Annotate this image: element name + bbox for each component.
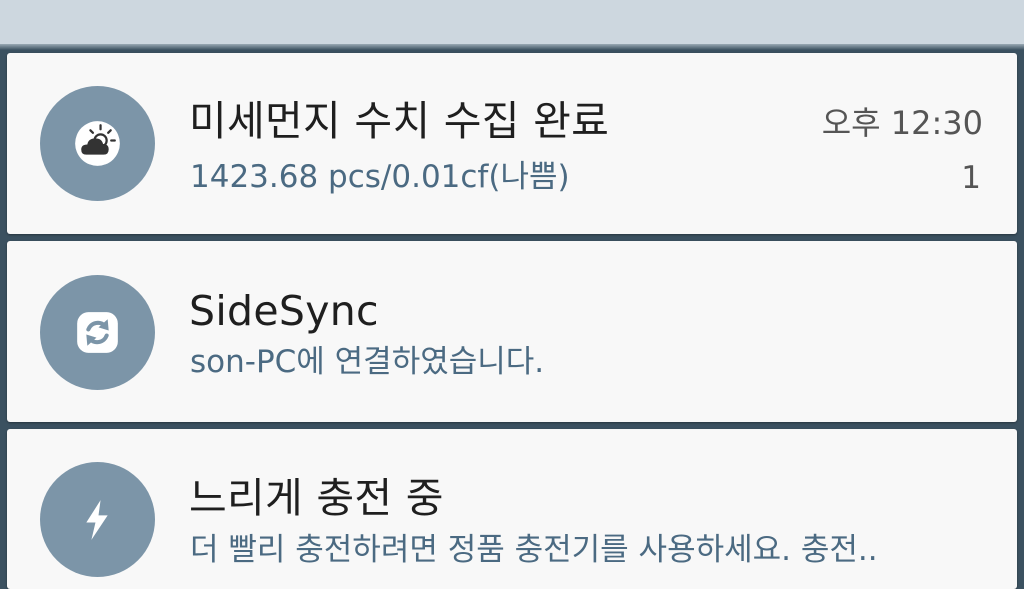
notification-text: 더 빨리 충전하려면 정품 충전기를 사용하세요. 충전.. <box>190 532 878 568</box>
notification-text: 1423.68 pcs/0.01cf(나쁨) <box>190 159 570 195</box>
divider <box>0 44 1024 50</box>
lightning-bolt-icon <box>86 500 108 540</box>
notification-title: 미세먼지 수치 수집 완료 <box>189 97 610 145</box>
notification-time: 오후 12:30 <box>821 104 983 142</box>
notification-title: SideSync <box>189 287 379 335</box>
notification-icon-circle <box>40 86 155 201</box>
status-bar-area <box>0 0 1024 46</box>
weather-icon <box>75 121 120 166</box>
notification-count: 1 <box>961 160 981 196</box>
notification-title: 느리게 충전 중 <box>189 474 444 522</box>
notification-text: son-PC에 연결하였습니다. <box>190 344 545 380</box>
notification-icon-circle <box>40 275 155 390</box>
notification-icon-circle <box>40 462 155 577</box>
sync-icon <box>77 312 118 353</box>
notification-dust-collection[interactable]: 미세먼지 수치 수집 완료 1423.68 pcs/0.01cf(나쁨) 오후 … <box>7 53 1017 234</box>
notification-slow-charging[interactable]: 느리게 충전 중 더 빨리 충전하려면 정품 충전기를 사용하세요. 충전.. <box>7 429 1017 589</box>
notification-sidesync[interactable]: SideSync son-PC에 연결하였습니다. <box>7 241 1017 422</box>
